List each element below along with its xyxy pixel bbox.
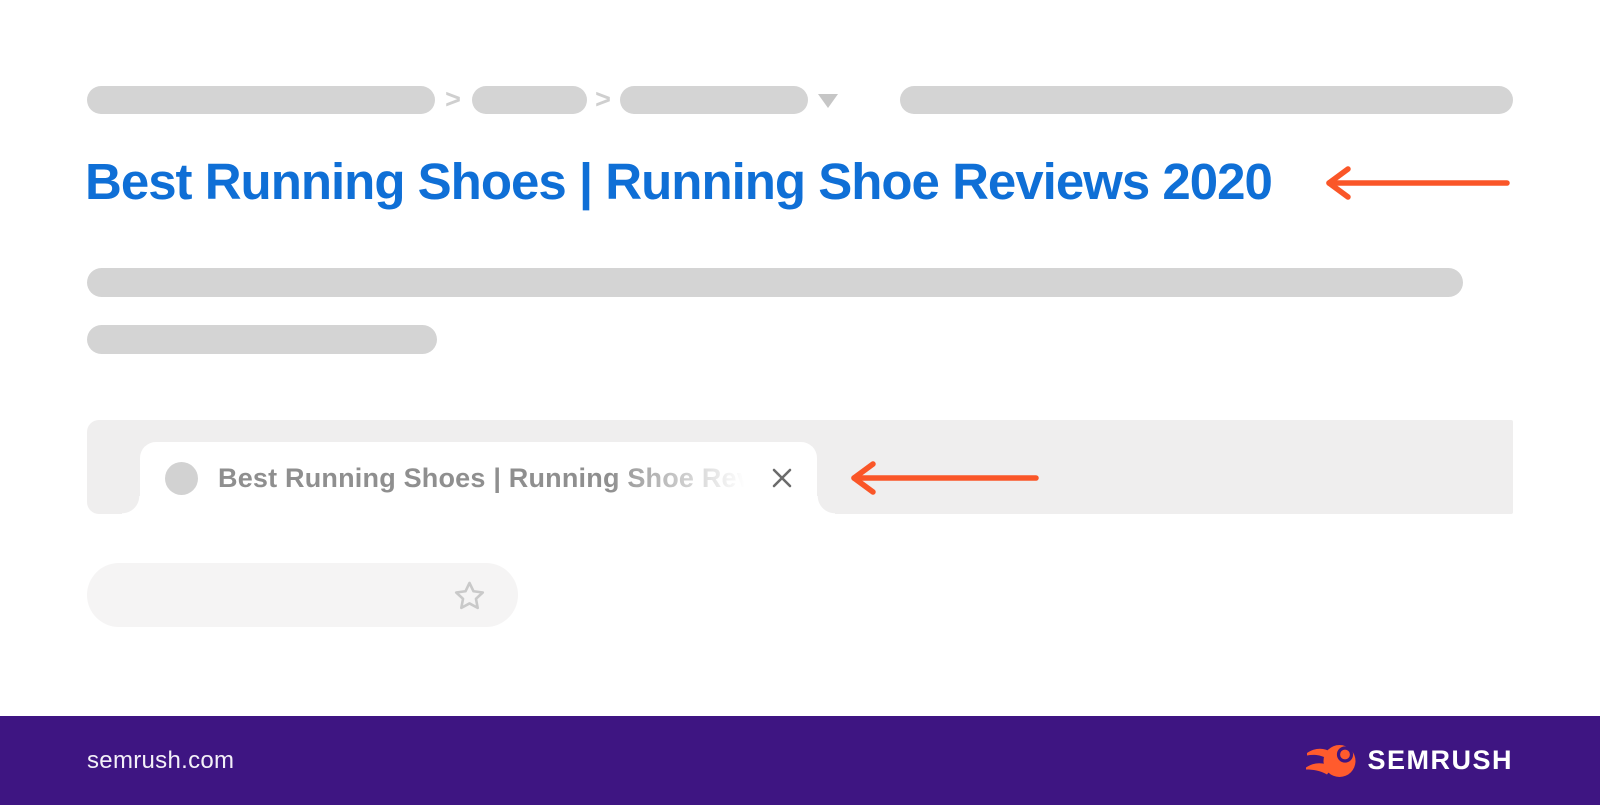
- left-arrow-icon: [846, 458, 1042, 498]
- tab-close-icon[interactable]: [769, 465, 795, 491]
- tab-annotation-arrow: [846, 458, 1042, 498]
- browser-tab[interactable]: Best Running Shoes | Running Shoe Rev: [140, 442, 817, 514]
- address-bar-placeholder[interactable]: [87, 563, 518, 627]
- header-placeholder-bar: [900, 86, 1513, 114]
- serp-title-link[interactable]: Best Running Shoes | Running Shoe Review…: [85, 152, 1305, 211]
- footer-site-url: semrush.com: [87, 747, 234, 775]
- footer-bar: semrush.com SEMRUSH: [0, 716, 1600, 805]
- title-annotation-arrow: [1321, 163, 1513, 203]
- breadcrumb-placeholder-2: [472, 86, 587, 114]
- breadcrumb-chevron-icon: >: [592, 84, 614, 114]
- description-placeholder-2: [87, 325, 437, 354]
- bookmark-star-icon[interactable]: [451, 578, 488, 615]
- tab-title-label: Best Running Shoes | Running Shoe Rev: [218, 463, 761, 494]
- breadcrumb-placeholder-3: [620, 86, 808, 114]
- breadcrumb-chevron-icon: >: [442, 84, 464, 114]
- semrush-logo: SEMRUSH: [1305, 742, 1513, 780]
- semrush-wordmark: SEMRUSH: [1367, 745, 1513, 776]
- favicon-placeholder-icon: [165, 462, 198, 495]
- breadcrumb-placeholder-1: [87, 86, 435, 114]
- left-arrow-icon: [1321, 163, 1513, 203]
- description-placeholder-1: [87, 268, 1463, 297]
- semrush-flame-icon: [1305, 742, 1357, 780]
- dropdown-triangle-icon: [818, 94, 838, 108]
